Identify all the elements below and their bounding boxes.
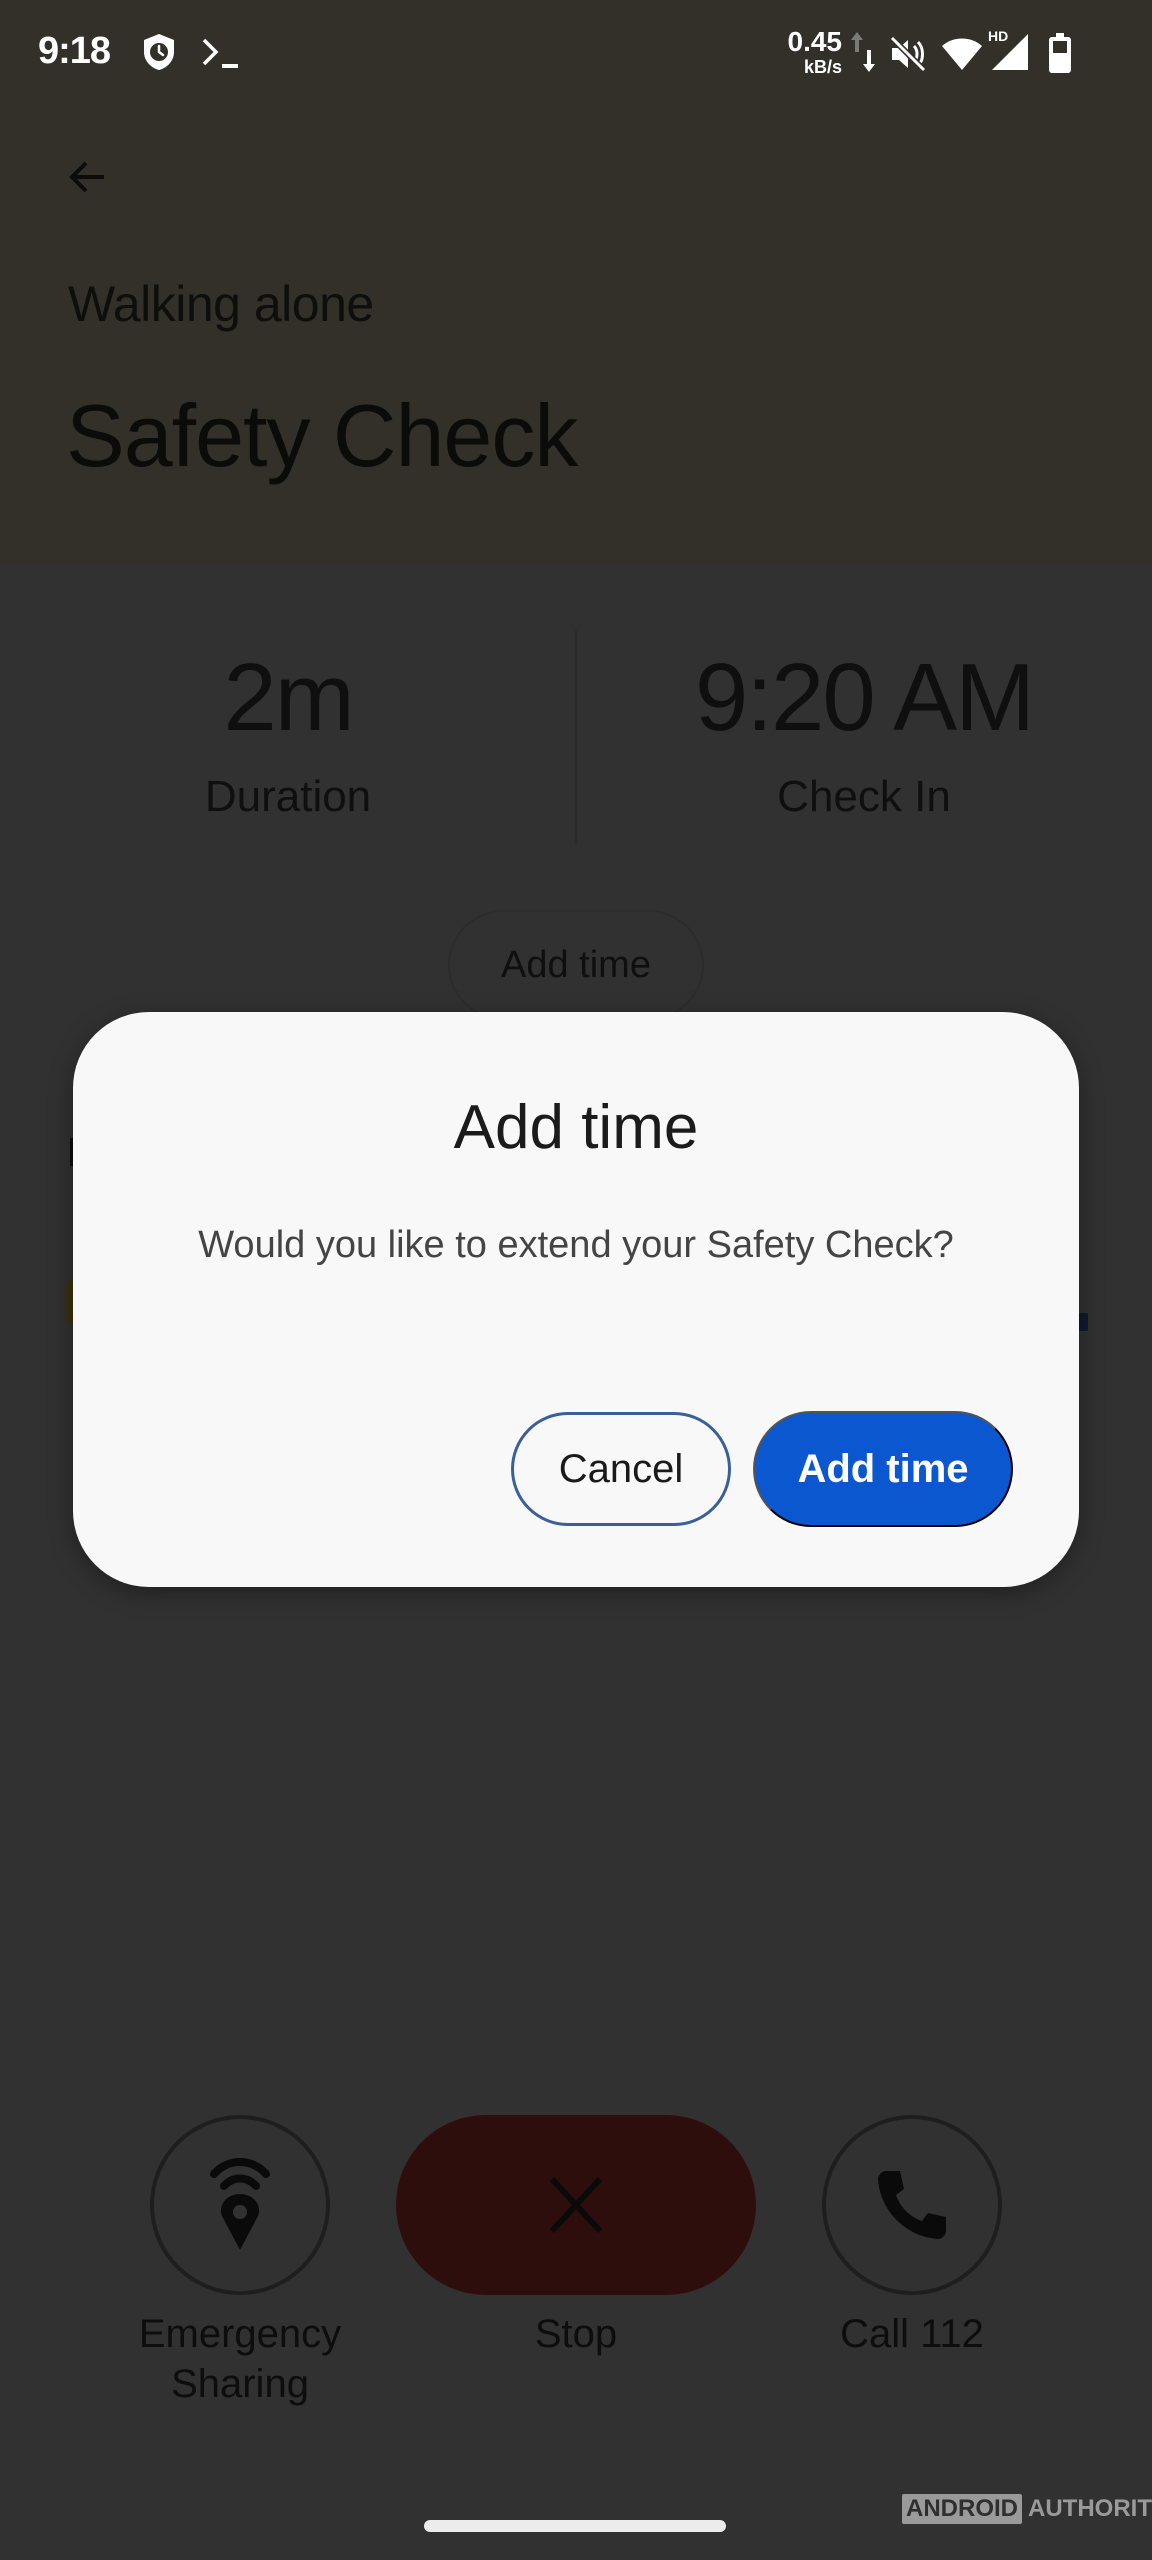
checkin-label: Check In [777,772,951,821]
page-title: Safety Check [66,386,578,485]
home-indicator[interactable] [424,2520,726,2532]
stop-action[interactable]: Stop [396,2115,756,2359]
close-icon [549,2176,603,2234]
add-time-button[interactable]: Add time [753,1411,1013,1527]
call-emergency-action[interactable]: Call 112 [772,2115,1052,2359]
watermark-boxed-text: ANDROID [902,2494,1022,2524]
obscured-content [1078,1313,1088,1331]
terminal-icon [202,38,238,68]
status-time: 9:18 [38,30,111,72]
back-button[interactable] [56,145,120,209]
watermark-text: AUTHORITY [1028,2495,1152,2522]
cell-signal-icon [992,34,1028,70]
page-subtitle: Walking alone [68,276,374,332]
status-bar: 9:18 0.45 kB/s HD [0,0,1152,110]
dialog-message: Would you like to extend your Safety Che… [198,1224,954,1266]
add-time-dialog: Add time Would you like to extend your S… [73,1012,1079,1587]
safety-check-stats: 2m Duration 9:20 AM Check In [0,630,1152,850]
emergency-sharing-button[interactable] [150,2115,330,2295]
stop-button[interactable] [396,2115,756,2295]
data-arrows-icon [851,32,875,72]
location-broadcast-icon [210,2158,270,2250]
duration-value: 2m [223,644,354,751]
add-time-button-background: Add time [448,910,704,1020]
shield-clock-icon [144,34,174,70]
arrow-left-icon [69,161,104,193]
emergency-sharing-action[interactable]: Emergency Sharing [100,2115,380,2409]
network-speed: 0.45 kB/s [787,26,843,77]
watermark: ANDROID AUTHORITY [902,2494,1152,2524]
checkin-value: 9:20 AM [694,644,1035,751]
wifi-icon [942,38,982,70]
checkin-stat: 9:20 AM Check In [576,650,1152,822]
call-emergency-label: Call 112 [840,2312,984,2356]
phone-icon [878,2171,946,2239]
stop-label: Stop [534,2312,618,2356]
duration-stat: 2m Duration [0,650,576,822]
battery-icon [1049,33,1071,73]
dialog-title: Add time [453,1093,699,1162]
duration-label: Duration [204,772,372,821]
emergency-sharing-label: Emergency Sharing [138,2312,342,2406]
mute-icon [889,35,927,73]
call-emergency-button[interactable] [822,2115,1002,2295]
cancel-button[interactable]: Cancel [511,1412,731,1526]
